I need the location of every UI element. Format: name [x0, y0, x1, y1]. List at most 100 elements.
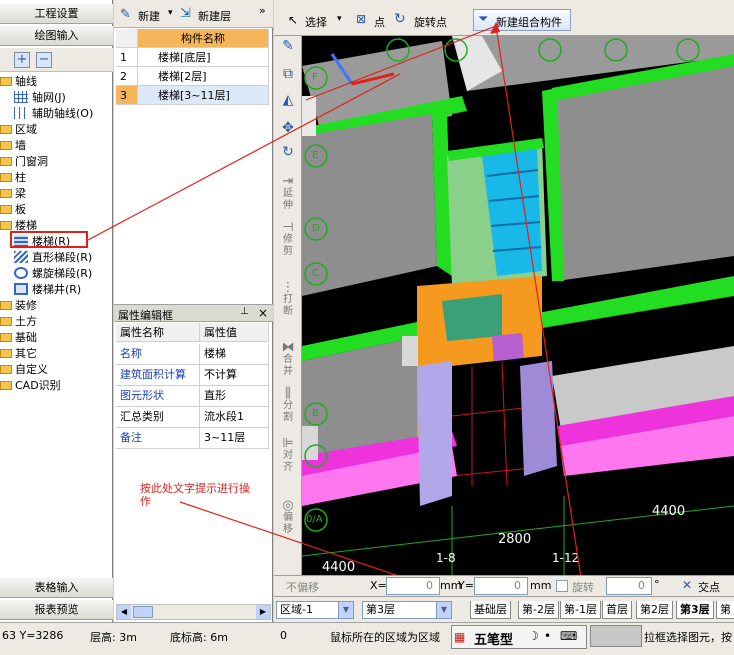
floor-tab[interactable]: 第	[716, 601, 734, 619]
tree-beam[interactable]: 梁	[0, 186, 26, 202]
select-button[interactable]: 选择	[305, 14, 327, 30]
more-icon[interactable]: »	[259, 4, 266, 17]
floor-tab-active[interactable]: 第3层	[676, 601, 714, 619]
intersect-button[interactable]: 交点	[698, 579, 720, 595]
folder-icon	[0, 381, 12, 390]
tree-earthwork[interactable]: 土方	[0, 314, 37, 330]
offset-tool[interactable]: ◎ 偏移	[276, 498, 300, 536]
new-dropdown-icon[interactable]: ▾	[168, 8, 173, 18]
floor-tab[interactable]: 第-2层	[518, 601, 559, 619]
mirror-icon[interactable]: ◭	[276, 93, 300, 107]
folder-icon	[0, 301, 12, 310]
select-dropdown-icon[interactable]: ▾	[337, 14, 342, 24]
component-row[interactable]: 楼梯[2层]	[138, 67, 269, 86]
scroll-left-icon[interactable]: ◀	[117, 605, 131, 619]
collapse-icon[interactable]: −	[36, 52, 52, 68]
copy-icon[interactable]: ⧉	[276, 67, 300, 81]
extend-tool[interactable]: ⇥ 延伸	[276, 175, 300, 212]
tree-axis[interactable]: 轴线	[0, 74, 37, 90]
align-icon: ⊫	[282, 436, 294, 451]
tree-axis-grid[interactable]: 轴网(J)	[14, 90, 66, 106]
rotate-checkbox[interactable]	[556, 580, 568, 592]
new-button[interactable]: 新建	[138, 8, 160, 24]
tree-wall[interactable]: 墙	[0, 138, 26, 154]
point-icon: ⊠	[356, 12, 367, 26]
rotate-icon[interactable]: ↻	[276, 145, 300, 159]
floor-select[interactable]: 第3层 ▼	[362, 601, 452, 619]
expand-icon[interactable]: +	[14, 52, 30, 68]
floor-tab[interactable]: 第-1层	[560, 601, 601, 619]
move-icon[interactable]: ✥	[276, 121, 300, 135]
ime-moon-icon[interactable]: ☽	[528, 629, 539, 643]
floor-tab[interactable]: 第2层	[636, 601, 673, 619]
table-input-button[interactable]: 表格输入	[0, 578, 113, 598]
floor-tab[interactable]: 首层	[602, 601, 632, 619]
component-list: 构件名称 1 楼梯[底层] 2 楼梯[2层] 3 楼梯[3~11层]	[116, 29, 271, 109]
floor-tab[interactable]: 基础层	[470, 601, 511, 619]
tree-spiral-segment[interactable]: 螺旋梯段(R)	[14, 266, 92, 282]
prop-value[interactable]: 3~11层	[200, 428, 269, 449]
row-index: 2	[116, 67, 138, 86]
y-input[interactable]: 0	[474, 577, 528, 595]
ime-punct-icon[interactable]: •	[544, 629, 551, 643]
axis-label-e: E	[312, 150, 319, 161]
property-editor-titlebar: 属性编辑框 ⊥ ×	[114, 304, 273, 322]
folder-icon	[0, 317, 12, 326]
drawing-toolbar: ↖ 选择 ▾ ⊠ 点 ↻ 旋转点 ⏷ 新建组合构件	[274, 0, 734, 36]
rotate-input[interactable]: 0	[606, 577, 652, 595]
instruction-annotation: 按此处文字提示进行操作	[140, 482, 260, 510]
merge-tool[interactable]: ⧓ 合并	[276, 341, 300, 378]
h-scrollbar[interactable]: ◀ ▶	[116, 604, 271, 620]
building-3d-render	[302, 36, 734, 575]
trim-tool[interactable]: ⊣ 修剪	[276, 221, 300, 258]
prop-value[interactable]: 直形	[200, 386, 269, 407]
3d-viewport[interactable]: F E D C B 0/A 4400 2800 4400 1-8 1-12	[302, 36, 734, 575]
keyboard-icon[interactable]: ⌨	[560, 629, 577, 643]
align-tool[interactable]: ⊫ 对齐	[276, 436, 300, 474]
close-icon[interactable]: ×	[258, 306, 268, 320]
prop-value[interactable]: 流水段1	[200, 407, 269, 428]
tree-aux-axis[interactable]: 辅助轴线(O)	[14, 106, 93, 122]
new-combo-component-button[interactable]: ⏷ 新建组合构件	[473, 9, 571, 31]
tree-area[interactable]: 区域	[0, 122, 37, 138]
tree-cad[interactable]: CAD识别	[0, 378, 61, 394]
tree-straight-segment[interactable]: 直形梯段(R)	[14, 250, 92, 266]
prop-value[interactable]: 楼梯	[200, 344, 269, 365]
drawing-input-button[interactable]: 绘图输入	[0, 26, 113, 46]
scroll-right-icon[interactable]: ▶	[256, 605, 270, 619]
tree-door-window[interactable]: 门窗洞	[0, 154, 48, 170]
new-floor-button[interactable]: 新建层	[198, 8, 231, 24]
pin-icon[interactable]: ⊥	[240, 306, 249, 317]
break-tool[interactable]: ⋮ 打断	[276, 281, 300, 318]
region-select[interactable]: 区域-1 ▼	[276, 601, 354, 619]
brush-icon[interactable]: ✎	[276, 39, 300, 53]
intersect-icon: ✕	[682, 578, 693, 592]
row-index: 1	[116, 48, 138, 67]
ime-mode[interactable]: 五笔型	[474, 629, 513, 648]
prop-name: 图元形状	[116, 386, 200, 407]
point-button[interactable]: 点	[374, 14, 385, 30]
component-row-selected[interactable]: 楼梯[3~11层]	[138, 86, 269, 105]
list-corner	[116, 29, 138, 48]
axis-label-b: B	[312, 408, 319, 419]
tree-stair-well[interactable]: 楼梯井(R)	[14, 282, 81, 298]
ime-toolbar[interactable]: ▦ 五笔型 ☽ • ⌨	[451, 625, 587, 649]
tree-slab[interactable]: 板	[0, 202, 26, 218]
prop-value[interactable]: 不计算	[200, 365, 269, 386]
tree-foundation[interactable]: 基础	[0, 330, 37, 346]
tree-column[interactable]: 柱	[0, 170, 26, 186]
rotate-point-button[interactable]: 旋转点	[414, 14, 447, 30]
component-row[interactable]: 楼梯[底层]	[138, 48, 269, 67]
property-editor-title: 属性编辑框	[118, 309, 173, 322]
tree-decoration[interactable]: 装修	[0, 298, 37, 314]
tree-custom[interactable]: 自定义	[0, 362, 48, 378]
scroll-thumb[interactable]	[133, 606, 153, 618]
x-input[interactable]: 0	[386, 577, 440, 595]
tree-other[interactable]: 其它	[0, 346, 37, 362]
project-settings-button[interactable]: 工程设置	[0, 4, 113, 24]
offset-icon: ◎	[282, 498, 294, 513]
no-offset-option[interactable]: 不偏移	[286, 579, 319, 595]
report-preview-button[interactable]: 报表预览	[0, 600, 113, 620]
split-tool[interactable]: ⫼ 分割	[276, 387, 300, 424]
edit-vertical-toolbar: ✎ ⧉ ◭ ✥ ↻ ⇥ 延伸 ⊣ 修剪 ⋮ 打断 ⧓ 合并 ⫼ 分割 ⊫ 对齐 ◎ 偏移	[274, 36, 302, 575]
